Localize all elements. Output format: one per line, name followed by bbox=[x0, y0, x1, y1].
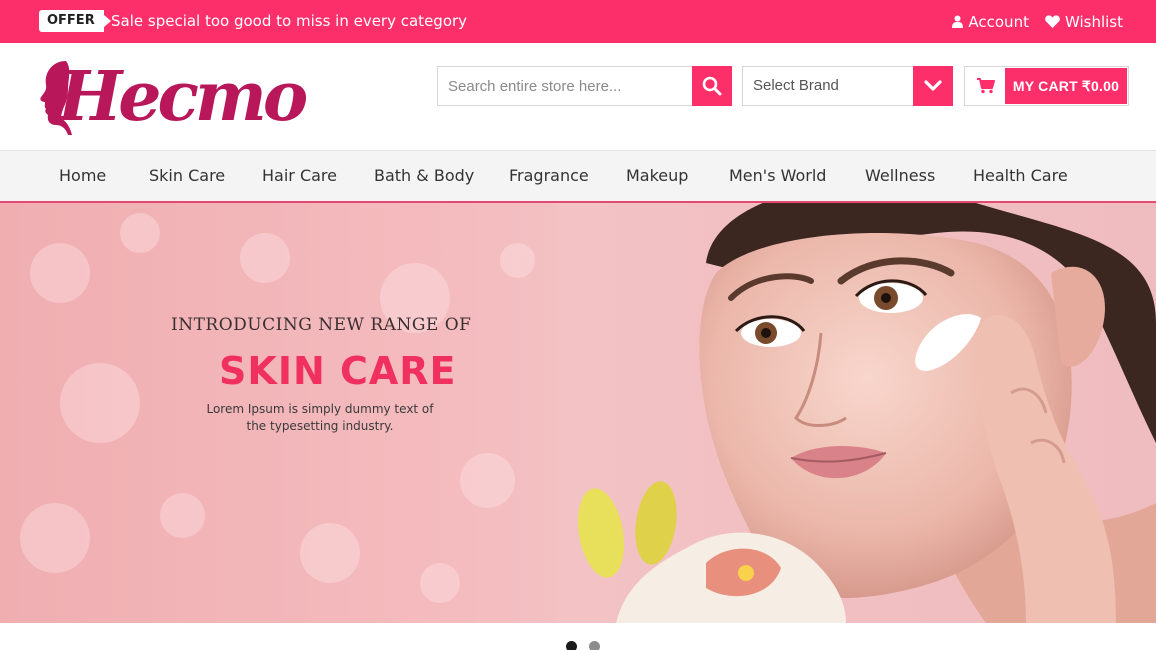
cart-label: MY CART ₹0.00 bbox=[1005, 68, 1127, 104]
hero-title: SKIN CARE bbox=[219, 349, 457, 393]
search-icon bbox=[702, 76, 722, 96]
top-offer-bar: OFFER Sale special too good to miss in e… bbox=[0, 0, 1156, 43]
slider-dots bbox=[566, 641, 600, 650]
user-icon bbox=[952, 15, 964, 28]
hero-kicker: INTRODUCING NEW RANGE OF bbox=[171, 315, 472, 335]
account-link[interactable]: Account bbox=[952, 13, 1029, 31]
search-button[interactable] bbox=[692, 66, 732, 106]
account-label: Account bbox=[968, 12, 1029, 31]
nav-item-health-care[interactable]: Health Care bbox=[973, 151, 1068, 201]
hero-banner[interactable]: INTRODUCING NEW RANGE OF SKIN CARE Lorem… bbox=[0, 203, 1156, 623]
brand-dropdown-button[interactable] bbox=[913, 66, 953, 106]
header: Hecmo Select Brand MY CART ₹0.00 bbox=[0, 43, 1156, 150]
hero-description: Lorem Ipsum is simply dummy text of the … bbox=[206, 402, 434, 433]
search-box bbox=[437, 66, 732, 106]
brand-select[interactable]: Select Brand bbox=[742, 66, 953, 106]
nav-item-mens-world[interactable]: Men's World bbox=[729, 151, 826, 201]
nav-item-home[interactable]: Home bbox=[59, 151, 106, 201]
slider-dot-2[interactable] bbox=[589, 641, 600, 650]
wishlist-label: Wishlist bbox=[1064, 12, 1123, 31]
cart-icon bbox=[977, 78, 995, 94]
logo[interactable]: Hecmo bbox=[36, 51, 308, 143]
heart-icon bbox=[1045, 15, 1060, 28]
wishlist-link[interactable]: Wishlist bbox=[1045, 13, 1123, 31]
slider-dot-1[interactable] bbox=[566, 641, 577, 650]
nav-item-bath-body[interactable]: Bath & Body bbox=[374, 151, 474, 201]
offer-text: Sale special too good to miss in every c… bbox=[111, 12, 468, 30]
offer-badge: OFFER bbox=[39, 10, 111, 32]
nav-item-makeup[interactable]: Makeup bbox=[626, 151, 688, 201]
brand-select-label: Select Brand bbox=[753, 77, 839, 94]
nav-item-fragrance[interactable]: Fragrance bbox=[509, 151, 589, 201]
logo-text: Hecmo bbox=[58, 57, 308, 137]
main-nav: Home Skin Care Hair Care Bath & Body Fra… bbox=[0, 150, 1156, 203]
top-links: Account Wishlist bbox=[952, 0, 1123, 43]
nav-item-hair-care[interactable]: Hair Care bbox=[262, 151, 337, 201]
cart-button[interactable]: MY CART ₹0.00 bbox=[964, 66, 1129, 106]
nav-item-skin-care[interactable]: Skin Care bbox=[149, 151, 225, 201]
chevron-down-icon bbox=[924, 80, 942, 91]
search-input[interactable] bbox=[438, 67, 692, 105]
hero-model-image bbox=[556, 203, 1156, 623]
nav-item-wellness[interactable]: Wellness bbox=[865, 151, 935, 201]
